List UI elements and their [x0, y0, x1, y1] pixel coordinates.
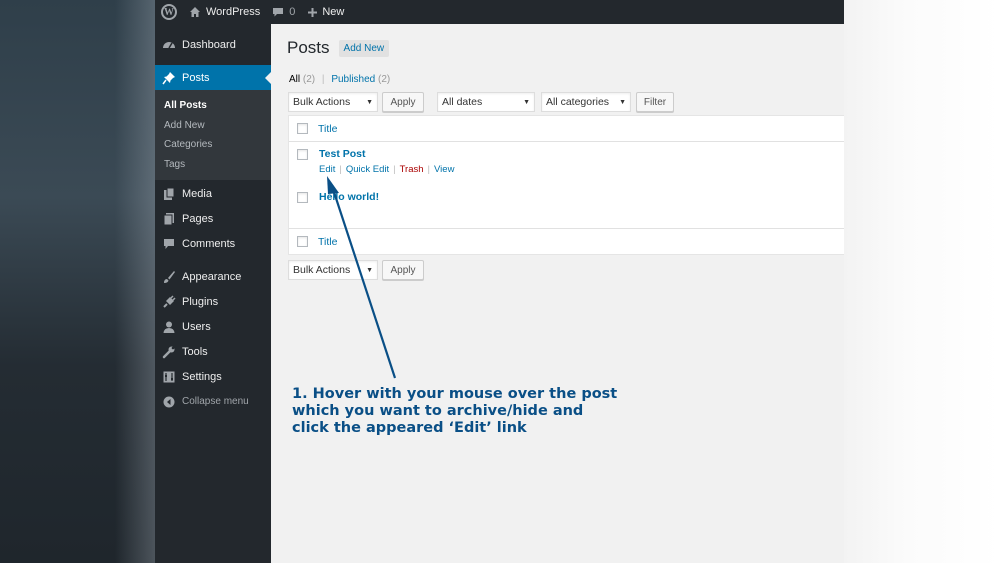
categories-select[interactable]: All categories ▼: [541, 92, 631, 112]
wrench-icon: [162, 345, 176, 359]
posts-table: Title Test Post Edit | Quick Edit | Trash | Vi…: [288, 115, 844, 255]
caret-down-icon: ▼: [366, 266, 373, 274]
table-row: Test Post Edit | Quick Edit | Trash | View: [289, 142, 844, 185]
submenu-categories[interactable]: Categories: [155, 135, 271, 155]
menu-users[interactable]: Users: [155, 314, 271, 339]
collapse-arrow-icon: [162, 395, 176, 409]
blurred-backdrop-left: [0, 0, 155, 563]
edit-link[interactable]: Edit: [319, 164, 335, 175]
filter-all[interactable]: All: [289, 74, 300, 85]
row-actions: Edit | Quick Edit | Trash | View: [319, 164, 455, 175]
main-content: Posts Add New All (2) | Published (2) Bu…: [271, 24, 844, 563]
menu-appearance[interactable]: Appearance: [155, 264, 271, 289]
media-icon: [162, 187, 176, 201]
tablenav-bottom: Bulk Actions ▼ Apply: [288, 260, 424, 280]
tablenav-top: Bulk Actions ▼ Apply All dates ▼ All categ…: [288, 92, 674, 112]
site-name: WordPress: [206, 6, 261, 18]
table-row: Hello world!: [289, 185, 844, 228]
column-title-footer[interactable]: Title: [318, 236, 337, 248]
menu-media[interactable]: Media: [155, 181, 271, 206]
quick-edit-link[interactable]: Quick Edit: [346, 164, 389, 175]
menu-pages[interactable]: Pages: [155, 206, 271, 231]
menu-dashboard[interactable]: Dashboard: [155, 32, 271, 57]
apply-button-bottom[interactable]: Apply: [382, 260, 424, 280]
plus-icon: [307, 7, 318, 18]
select-all-checkbox-footer[interactable]: [297, 236, 308, 247]
submenu-tags[interactable]: Tags: [155, 155, 271, 175]
wordpress-logo-icon: W: [161, 4, 177, 20]
instruction-annotation: 1. Hover with your mouse over the post w…: [292, 386, 632, 437]
admin-sidebar: Dashboard Posts All Posts Add New Catego…: [155, 24, 271, 563]
trash-link[interactable]: Trash: [400, 164, 424, 175]
user-icon: [162, 320, 176, 334]
post-status-filters: All (2) | Published (2): [289, 74, 391, 85]
comment-icon: [162, 237, 176, 251]
site-name-link[interactable]: WordPress: [183, 0, 266, 24]
apply-button[interactable]: Apply: [382, 92, 424, 112]
annotation-line-1: 1. Hover with your mouse over the post: [292, 386, 618, 402]
blurred-backdrop-right: [844, 0, 1000, 563]
add-new-button[interactable]: Add New: [338, 39, 390, 57]
admin-bar: W WordPress 0 New: [155, 0, 844, 24]
settings-icon: [162, 370, 176, 384]
bulk-actions-select[interactable]: Bulk Actions ▼: [288, 92, 378, 112]
new-label: New: [322, 6, 345, 18]
dates-select[interactable]: All dates ▼: [437, 92, 535, 112]
menu-comments[interactable]: Comments: [155, 231, 271, 256]
view-link[interactable]: View: [434, 164, 454, 175]
menu-tools[interactable]: Tools: [155, 339, 271, 364]
annotation-line-3: click the appeared ‘Edit’ link: [292, 420, 527, 436]
plug-icon: [162, 294, 176, 309]
comments-count: 0: [289, 6, 296, 18]
row-checkbox[interactable]: [297, 192, 308, 203]
menu-posts[interactable]: Posts: [155, 65, 271, 90]
select-all-checkbox[interactable]: [297, 123, 308, 134]
menu-plugins[interactable]: Plugins: [155, 289, 271, 314]
submenu-all-posts[interactable]: All Posts: [155, 96, 271, 116]
table-footer-row: Title: [289, 228, 844, 254]
brush-icon: [162, 270, 176, 284]
submenu-add-new[interactable]: Add New: [155, 116, 271, 136]
column-title-header[interactable]: Title: [318, 123, 337, 135]
dashboard-icon: [162, 38, 176, 52]
pages-icon: [162, 212, 176, 226]
wp-logo-menu[interactable]: W: [155, 0, 183, 24]
table-header-row: Title: [289, 116, 844, 142]
collapse-menu-button[interactable]: Collapse menu: [155, 389, 271, 414]
row-checkbox[interactable]: [297, 149, 308, 160]
caret-down-icon: ▼: [523, 98, 530, 106]
filter-button[interactable]: Filter: [636, 92, 674, 112]
posts-submenu: All Posts Add New Categories Tags: [155, 90, 271, 180]
comment-bubble-icon: [272, 6, 284, 18]
filter-published[interactable]: Published: [331, 74, 375, 85]
bulk-actions-select-bottom[interactable]: Bulk Actions ▼: [288, 260, 378, 280]
caret-down-icon: ▼: [366, 98, 373, 106]
home-icon: [189, 6, 201, 18]
menu-settings[interactable]: Settings: [155, 364, 271, 389]
annotation-line-2: which you want to archive/hide and: [292, 403, 584, 419]
page-title: Posts: [287, 38, 330, 57]
new-content-link[interactable]: New: [301, 0, 350, 24]
post-title-link[interactable]: Hello world!: [319, 191, 379, 203]
pin-icon: [162, 71, 176, 85]
caret-down-icon: ▼: [619, 98, 626, 106]
post-title-link[interactable]: Test Post: [319, 148, 454, 160]
comments-link[interactable]: 0: [266, 0, 301, 24]
